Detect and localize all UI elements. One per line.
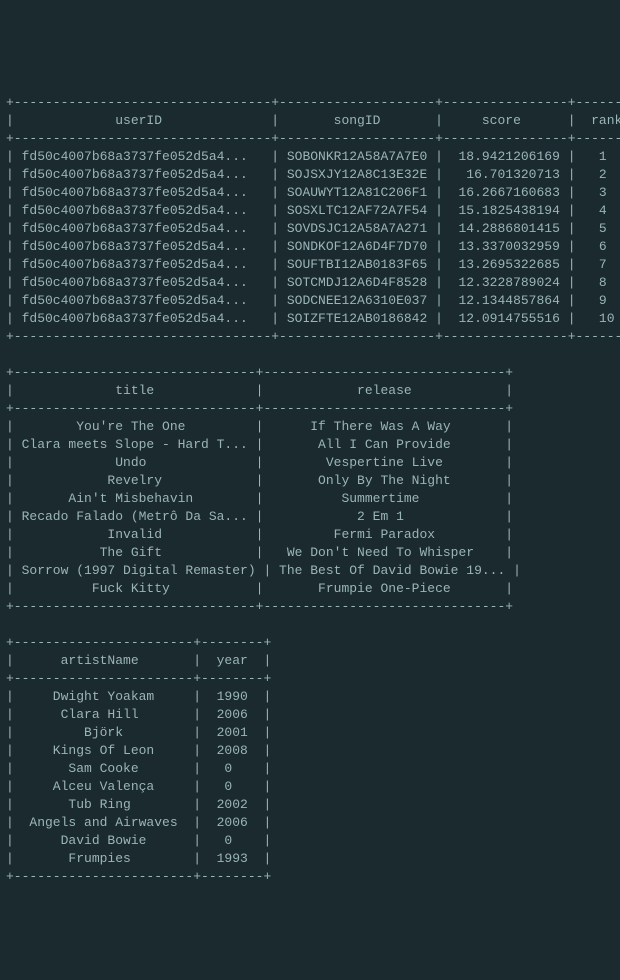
terminal-output: +---------------------------------+-----… bbox=[0, 90, 620, 890]
